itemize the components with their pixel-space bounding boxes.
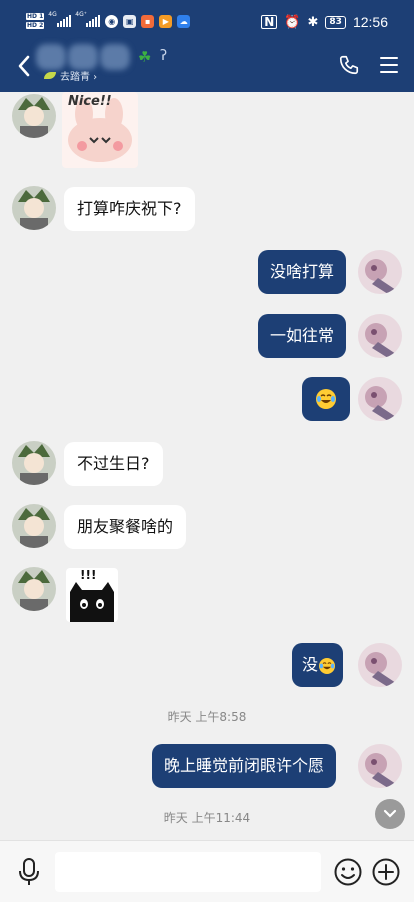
status-right-group: N ⏰ ✱ 83 12:56 xyxy=(261,14,388,30)
chevron-down-icon xyxy=(383,809,397,818)
alarm-icon: ⏰ xyxy=(284,14,301,30)
voice-input-button[interactable] xyxy=(14,855,44,889)
my-avatar[interactable] xyxy=(358,250,402,294)
smiley-icon xyxy=(334,858,362,886)
nice-bunny-sticker[interactable]: Nice!! xyxy=(62,92,138,168)
leaf-icon xyxy=(44,72,56,79)
incoming-message-bubble[interactable]: 不过生日? xyxy=(64,442,163,486)
contact-name-blurred[interactable] xyxy=(36,44,132,70)
app-notify-icon: ◉ xyxy=(105,14,119,28)
my-avatar[interactable] xyxy=(358,744,402,788)
scroll-to-bottom-button[interactable] xyxy=(375,799,405,829)
signal-2-icon: 4G⁺ xyxy=(75,11,101,27)
chat-header: ☘ ʔ 去踏青 › xyxy=(0,44,414,92)
back-button[interactable] xyxy=(10,50,38,82)
chat-menu-button[interactable] xyxy=(374,50,404,80)
laughing-tears-emoji xyxy=(316,389,336,409)
app-notify-3-icon: ▪ xyxy=(141,14,155,28)
outgoing-message-bubble[interactable]: 一如往常 xyxy=(258,314,347,358)
message-timestamp: 昨天 上午8:58 xyxy=(167,710,247,724)
black-cat-sticker[interactable]: !!! xyxy=(66,568,118,622)
sticker-caption: !!! xyxy=(80,568,97,582)
incoming-message-bubble[interactable]: 打算咋庆祝下? xyxy=(64,187,195,231)
ear-icon: ʔ xyxy=(160,48,168,64)
my-avatar[interactable] xyxy=(358,643,402,687)
input-bar xyxy=(0,840,414,902)
contact-avatar[interactable] xyxy=(12,441,56,485)
my-avatar[interactable] xyxy=(358,314,402,358)
phone-icon xyxy=(339,55,359,75)
battery-icon: 83 xyxy=(325,15,346,29)
hd-indicator-icon: HD 1 HD 2 xyxy=(26,13,45,29)
contact-status-text: 去踏青 › xyxy=(60,72,98,83)
app-notify-2-icon: ▣ xyxy=(123,14,137,28)
outgoing-emoji-bubble[interactable] xyxy=(302,377,350,421)
outgoing-message-bubble[interactable]: 没 xyxy=(292,643,344,687)
app-notify-4-icon: ▶ xyxy=(159,14,173,28)
bluetooth-icon: ✱ xyxy=(307,14,319,30)
top-bar: HD 1 HD 2 4G 4G⁺ ◉ ▣ ▪ ▶ ☁ N ⏰ ✱ 83 12:56 xyxy=(0,0,414,92)
emoji-button[interactable] xyxy=(333,857,363,887)
plus-icon xyxy=(372,858,400,886)
message-timestamp: 昨天 上午11:44 xyxy=(163,811,251,825)
sticker-caption: Nice!! xyxy=(68,94,112,109)
outgoing-message-bubble[interactable]: 没啥打算 xyxy=(258,250,347,294)
clover-icon: ☘ xyxy=(138,48,152,66)
status-left-group: HD 1 HD 2 4G 4G⁺ ◉ ▣ ▪ ▶ ☁ xyxy=(26,11,191,30)
network-type: 4G xyxy=(48,11,57,18)
laughing-tears-emoji xyxy=(319,657,336,674)
incoming-message-bubble[interactable]: 朋友聚餐啥的 xyxy=(64,505,187,549)
outgoing-message-text: 没 xyxy=(302,655,319,674)
status-bar: HD 1 HD 2 4G 4G⁺ ◉ ▣ ▪ ▶ ☁ N ⏰ ✱ 83 12:56 xyxy=(0,0,414,44)
app-notify-5-icon: ☁ xyxy=(177,14,191,28)
message-input[interactable] xyxy=(55,852,321,892)
contact-avatar[interactable] xyxy=(12,504,56,548)
clock: 12:56 xyxy=(352,14,388,30)
microphone-icon xyxy=(19,858,39,885)
my-avatar[interactable] xyxy=(358,377,402,421)
contact-avatar[interactable] xyxy=(12,94,56,138)
signal-icon: 4G xyxy=(48,11,72,27)
menu-icon xyxy=(380,57,398,59)
voice-call-button[interactable] xyxy=(334,50,364,80)
outgoing-message-bubble[interactable]: 晚上睡觉前闭眼许个愿 xyxy=(152,744,337,788)
contact-avatar[interactable] xyxy=(12,186,56,230)
contact-avatar[interactable] xyxy=(12,567,56,611)
back-arrow-icon xyxy=(18,55,30,77)
nfc-icon: N xyxy=(261,15,278,29)
network-type-2: 4G⁺ xyxy=(75,11,87,18)
contact-status[interactable]: 去踏青 › xyxy=(44,68,97,83)
more-actions-button[interactable] xyxy=(371,857,401,887)
